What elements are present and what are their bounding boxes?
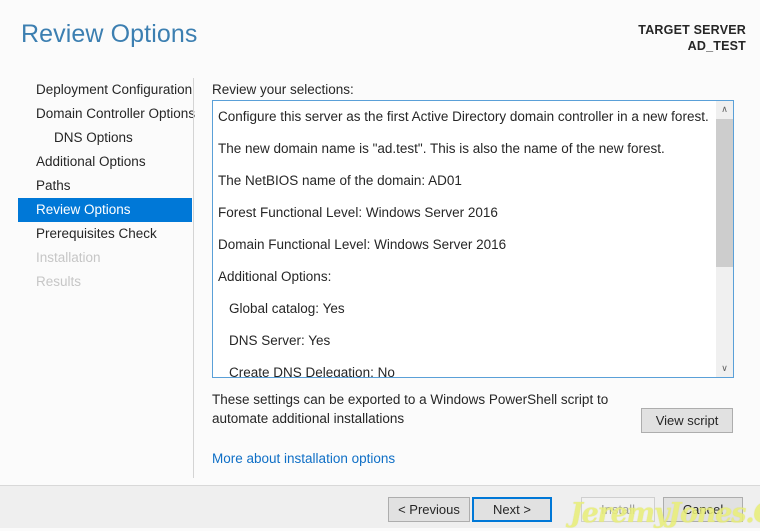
more-about-installation-options-link[interactable]: More about installation options [212, 451, 395, 466]
selection-item: Create DNS Delegation: No [218, 364, 715, 378]
selections-scrollbar[interactable]: ∧ ∨ [715, 101, 733, 377]
selection-item: DNS Server: Yes [218, 332, 715, 364]
sidebar-item-deployment-configuration[interactable]: Deployment Configuration [18, 78, 192, 102]
target-server-block: TARGET SERVER AD_TEST [638, 22, 746, 54]
selection-item: Forest Functional Level: Windows Server … [218, 204, 715, 236]
view-script-button[interactable]: View script [641, 408, 733, 433]
sidebar-item-label: Review Options [36, 202, 131, 217]
previous-button[interactable]: < Previous [388, 497, 470, 522]
next-button[interactable]: Next > [472, 497, 552, 522]
sidebar-item-label: Prerequisites Check [36, 226, 157, 241]
sidebar-item-label: Domain Controller Options [36, 106, 195, 121]
sidebar-item-dns-options[interactable]: DNS Options [18, 126, 192, 150]
target-server-label: TARGET SERVER [638, 22, 746, 38]
selections-list: Configure this server as the first Activ… [213, 101, 715, 378]
sidebar-item-label: Installation [36, 250, 101, 265]
scroll-up-arrow-icon[interactable]: ∧ [716, 101, 733, 118]
sidebar-item-prerequisites-check[interactable]: Prerequisites Check [18, 222, 192, 246]
sidebar-item-results: Results [18, 270, 192, 294]
sidebar-item-label: DNS Options [54, 130, 133, 145]
selection-item: Configure this server as the first Activ… [218, 108, 715, 140]
export-note-text: These settings can be exported to a Wind… [212, 390, 632, 428]
selection-item: Additional Options: [218, 268, 715, 300]
target-server-name: AD_TEST [638, 38, 746, 54]
selection-item: The NetBIOS name of the domain: AD01 [218, 172, 715, 204]
page-title: Review Options [21, 20, 197, 49]
page-header: Review Options TARGET SERVER AD_TEST [0, 0, 760, 70]
wizard-sidebar: Deployment Configuration Domain Controlle… [0, 78, 193, 478]
cancel-button[interactable]: Cancel [663, 497, 743, 522]
scroll-down-arrow-icon[interactable]: ∨ [716, 360, 733, 377]
sidebar-item-review-options[interactable]: Review Options [18, 198, 192, 222]
sidebar-item-label: Additional Options [36, 154, 146, 169]
sidebar-item-label: Results [36, 274, 81, 289]
sidebar-item-installation: Installation [18, 246, 192, 270]
sidebar-item-label: Paths [36, 178, 71, 193]
wizard-footer: < Previous Next > Install Cancel [0, 486, 760, 528]
sidebar-item-paths[interactable]: Paths [18, 174, 192, 198]
selections-listbox[interactable]: Configure this server as the first Activ… [212, 100, 734, 378]
review-selections-label: Review your selections: [212, 82, 354, 97]
sidebar-item-domain-controller-options[interactable]: Domain Controller Options [18, 102, 192, 126]
selection-item: Domain Functional Level: Windows Server … [218, 236, 715, 268]
install-button: Install [581, 497, 655, 522]
sidebar-item-label: Deployment Configuration [36, 82, 192, 97]
selection-item: Global catalog: Yes [218, 300, 715, 332]
sidebar-divider [193, 78, 194, 478]
sidebar-item-additional-options[interactable]: Additional Options [18, 150, 192, 174]
scrollbar-thumb[interactable] [716, 119, 733, 267]
selection-item: The new domain name is "ad.test". This i… [218, 140, 715, 172]
